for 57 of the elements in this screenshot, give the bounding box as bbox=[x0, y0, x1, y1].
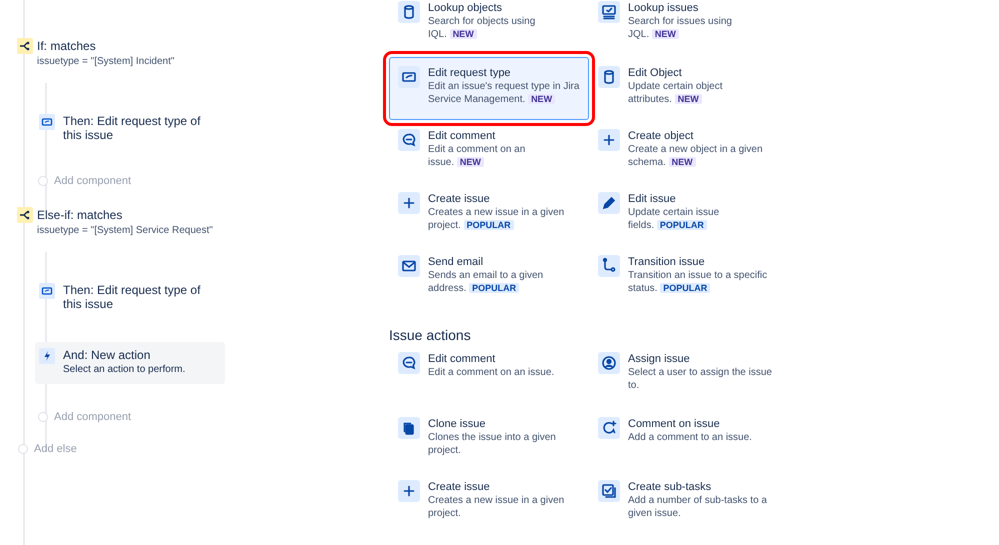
pencil-icon bbox=[598, 192, 620, 214]
action-item[interactable]: Then: Edit request type of this issue bbox=[35, 108, 225, 148]
transition-icon bbox=[598, 255, 620, 277]
action-card[interactable]: Clone issue Clones the issue into a given project. bbox=[389, 408, 589, 471]
condition-title[interactable]: Else-if: matches bbox=[37, 207, 213, 223]
status-badge: POPULAR bbox=[469, 283, 520, 293]
section-heading: Issue actions bbox=[389, 326, 472, 343]
plus-icon bbox=[398, 480, 420, 502]
mail-icon bbox=[398, 255, 420, 277]
request-icon bbox=[39, 114, 55, 130]
action-card[interactable]: Create issue Creates a new issue in a given project. bbox=[389, 471, 589, 534]
monitor-icon bbox=[598, 1, 620, 23]
status-badge: POPULAR bbox=[464, 220, 514, 230]
action-card[interactable]: Edit comment Edit a comment on an issue. NEW bbox=[389, 120, 589, 183]
status-badge: NEW bbox=[456, 157, 484, 167]
status-badge: POPULAR bbox=[656, 220, 707, 230]
plus-icon bbox=[398, 192, 420, 214]
step-dot bbox=[18, 444, 28, 454]
step-dot bbox=[38, 176, 48, 186]
action-card[interactable]: Lookup issues Search for issues using JQL. NEW bbox=[589, 0, 789, 57]
comment-icon bbox=[398, 352, 420, 374]
cylinder-icon bbox=[598, 66, 620, 88]
status-badge: NEW bbox=[450, 29, 477, 39]
action-card[interactable]: Create object Create a new object in a given schema. NEW bbox=[589, 120, 789, 183]
cylinder-icon bbox=[398, 1, 420, 23]
branch-icon bbox=[17, 38, 33, 54]
action-card[interactable]: Create issue Creates a new issue in a given project. POPULAR bbox=[389, 183, 589, 246]
status-badge: NEW bbox=[652, 29, 679, 39]
condition-text: issuetype = "[System] Service Request" bbox=[37, 224, 213, 238]
plus-icon bbox=[598, 129, 620, 151]
action-card[interactable]: Edit Object Update certain object attributes. NEW bbox=[589, 57, 789, 120]
status-badge: NEW bbox=[674, 94, 702, 104]
action-card[interactable]: Comment on issue Add a comment to an issue. bbox=[589, 408, 789, 471]
user-icon bbox=[598, 352, 620, 374]
status-badge: NEW bbox=[528, 94, 556, 104]
request-icon bbox=[398, 66, 420, 88]
condition-title[interactable]: If: matches bbox=[37, 38, 174, 54]
copy-icon bbox=[398, 417, 420, 439]
branch-icon bbox=[17, 207, 33, 223]
action-card[interactable]: Send email Sends an email to a given address. POPULAR bbox=[389, 246, 589, 309]
action-card[interactable]: Create sub-tasks Add a number of sub-tasks to a given issue. bbox=[589, 471, 789, 534]
comment-add-icon bbox=[598, 417, 620, 439]
request-icon bbox=[39, 283, 55, 299]
comment-icon bbox=[398, 129, 420, 151]
condition-text: issuetype = "[System] Incident" bbox=[37, 55, 174, 69]
action-card[interactable]: Edit issue Update certain issue fields. POPULAR bbox=[589, 183, 789, 246]
action-card[interactable]: Transition issue Transition an issue to a specific status. POPULAR bbox=[589, 246, 789, 309]
lightning-icon bbox=[39, 348, 55, 364]
status-badge: POPULAR bbox=[660, 283, 710, 293]
action-item[interactable]: Then: Edit request type of this issue bbox=[35, 277, 225, 317]
step-dot bbox=[38, 412, 48, 422]
action-card[interactable]: Lookup objects Search for objects using IQL. NEW bbox=[389, 0, 589, 57]
subtasks-icon bbox=[598, 480, 620, 502]
action-card[interactable]: Assign issue Select a user to assign the issue to. bbox=[589, 345, 789, 408]
action-item[interactable]: And: New action Select an action to perform. bbox=[35, 342, 225, 384]
status-badge: NEW bbox=[668, 157, 696, 167]
action-card[interactable]: Edit comment Edit a comment on an issue. bbox=[389, 345, 589, 408]
